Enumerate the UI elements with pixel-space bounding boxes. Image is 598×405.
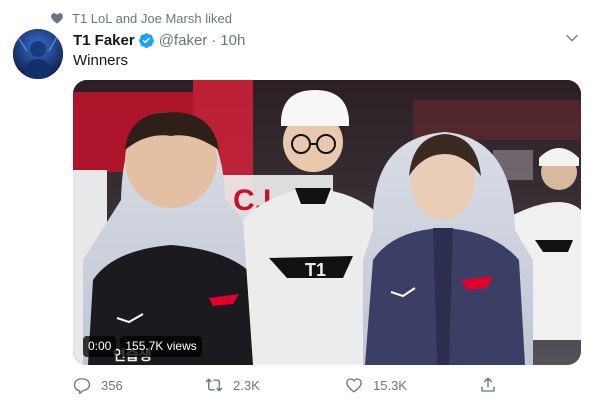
user-handle[interactable]: @faker	[159, 32, 208, 49]
reply-count: 356	[101, 377, 123, 393]
avatar[interactable]	[13, 29, 63, 79]
jersey-logo-text: T1	[305, 260, 326, 280]
retweet-button[interactable]: 2.3K	[205, 372, 260, 398]
social-context-text[interactable]: T1 LoL and Joe Marsh liked	[72, 11, 232, 26]
verified-badge-icon	[138, 32, 154, 48]
video-player[interactable]: C.I 연습생 T1 0	[73, 80, 581, 365]
like-button[interactable]: 15.3K	[345, 372, 407, 398]
share-icon	[481, 377, 495, 392]
video-badges: 0:00 155.7K views	[83, 336, 202, 357]
retweet-icon	[205, 378, 223, 392]
reply-icon	[73, 378, 91, 394]
tweet-timestamp[interactable]: 10h	[220, 32, 245, 49]
header-separator: ·	[211, 31, 217, 49]
video-thumbnail: C.I 연습생 T1	[73, 80, 581, 365]
display-name[interactable]: T1 Faker	[73, 32, 135, 49]
share-button[interactable]	[479, 372, 497, 398]
social-context: T1 LoL and Joe Marsh liked	[50, 9, 232, 27]
chevron-down-icon[interactable]	[564, 30, 580, 46]
tweet-actions: 356 2.3K 15.3K	[73, 372, 553, 398]
video-timestamp: 0:00	[83, 336, 117, 357]
retweet-count: 2.3K	[233, 377, 260, 393]
tweet-header: T1 Faker @faker · 10h	[73, 30, 245, 50]
video-view-count: 155.7K views	[120, 336, 202, 357]
reply-button[interactable]: 356	[73, 372, 123, 398]
tweet-text: Winners	[73, 52, 129, 69]
like-count: 15.3K	[373, 377, 407, 393]
heart-icon	[51, 13, 63, 24]
like-heart-icon	[346, 378, 362, 393]
